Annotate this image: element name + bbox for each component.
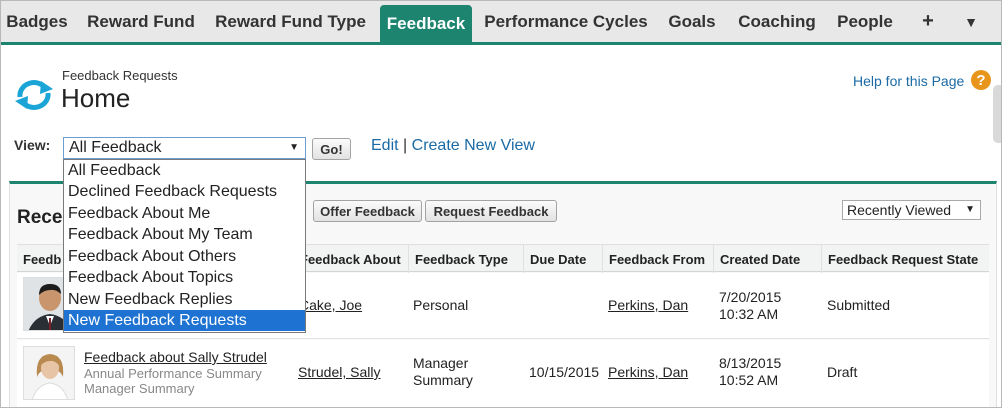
feedback-type: Manager (413, 355, 469, 371)
feedback-about-link[interactable]: Strudel, Sally (298, 364, 380, 381)
help-icon[interactable]: ? (971, 70, 991, 90)
feedback-about-link[interactable]: Cake, Joe (299, 297, 362, 314)
feedback-from-link[interactable]: Perkins, Dan (608, 364, 688, 381)
created-date: 7/20/2015 (719, 289, 782, 305)
help-link[interactable]: Help for this Page (853, 73, 964, 89)
request-feedback-button[interactable]: Request Feedback (425, 200, 557, 222)
column-header-feedback-type[interactable]: Feedback Type (408, 245, 523, 273)
sort-select[interactable]: Recently Viewed ▼ (842, 200, 981, 220)
view-option-feedback-about-my-team[interactable]: Feedback About My Team (64, 224, 305, 245)
sort-select-value: Recently Viewed (847, 202, 952, 218)
page-subtitle: Feedback Requests (62, 68, 178, 83)
scrollbar[interactable] (993, 85, 1001, 143)
view-option-all-feedback[interactable]: All Feedback (64, 160, 305, 181)
created-time: 10:32 AM (719, 306, 779, 322)
view-option-declined-requests[interactable]: Declined Feedback Requests (64, 181, 305, 202)
column-header-created-date[interactable]: Created Date (713, 245, 821, 273)
view-label: View: (14, 137, 51, 153)
tab-people[interactable]: People (834, 1, 896, 42)
view-option-new-feedback-requests[interactable]: New Feedback Requests (64, 310, 305, 331)
due-date: 10/15/2015 (529, 364, 600, 380)
more-tabs-icon[interactable]: ▼ (959, 1, 983, 42)
column-header-feedback-from[interactable]: Feedback From (602, 245, 713, 273)
tab-bar: Badges Reward Fund Reward Fund Type Feed… (1, 1, 1001, 45)
view-links: Edit | Create New View (371, 137, 535, 155)
add-tab-icon[interactable]: + (915, 1, 941, 42)
recent-panel-title: Rece (17, 207, 63, 228)
page-title: Home (61, 83, 131, 113)
tab-coaching[interactable]: Coaching (734, 1, 820, 42)
tab-feedback[interactable]: Feedback (380, 5, 472, 42)
chevron-down-icon: ▼ (965, 204, 975, 215)
chevron-down-icon: ▼ (289, 142, 299, 153)
view-option-feedback-about-me[interactable]: Feedback About Me (64, 203, 305, 224)
column-header-feedback-about[interactable]: Feedback About (293, 245, 408, 273)
column-header-request-state[interactable]: Feedback Request State (821, 245, 989, 273)
app-frame: Badges Reward Fund Reward Fund Type Feed… (0, 0, 1002, 408)
feedback-type: Personal (413, 297, 469, 313)
refresh-icon (15, 80, 53, 110)
tab-reward-fund-type[interactable]: Reward Fund Type (213, 1, 368, 42)
link-separator: | (403, 137, 408, 154)
request-state: Submitted (827, 297, 891, 313)
request-state: Draft (827, 364, 858, 380)
view-select-value: All Feedback (69, 139, 162, 156)
feedback-title-link[interactable]: Feedback about Sally Strudel (84, 349, 267, 366)
feedback-subtitle: Manager Summary (84, 381, 195, 396)
column-header-due-date[interactable]: Due Date (523, 245, 602, 273)
view-option-feedback-about-topics[interactable]: Feedback About Topics (64, 267, 305, 288)
tab-goals[interactable]: Goals (664, 1, 720, 42)
view-option-new-feedback-replies[interactable]: New Feedback Replies (64, 289, 305, 310)
tab-performance-cycles[interactable]: Performance Cycles (483, 1, 649, 42)
created-date: 8/13/2015 (719, 355, 782, 371)
tab-badges[interactable]: Badges (6, 1, 67, 42)
go-button[interactable]: Go! (312, 138, 351, 160)
feedback-from-link[interactable]: Perkins, Dan (608, 297, 688, 314)
created-time: 10:52 AM (719, 372, 779, 388)
view-select[interactable]: All Feedback ▼ (63, 137, 306, 159)
table-row[interactable]: Feedback about Sally Strudel Annual Perf… (17, 340, 989, 407)
tab-reward-fund[interactable]: Reward Fund (85, 1, 197, 42)
feedback-type-line2: Summary (413, 372, 473, 388)
view-dropdown-list: All Feedback Declined Feedback Requests … (63, 159, 306, 333)
create-new-view-link[interactable]: Create New View (412, 137, 535, 154)
offer-feedback-button[interactable]: Offer Feedback (313, 200, 422, 222)
avatar (23, 346, 75, 400)
edit-view-link[interactable]: Edit (371, 137, 399, 154)
avatar-woman-image (24, 347, 74, 399)
view-option-feedback-about-others[interactable]: Feedback About Others (64, 246, 305, 267)
